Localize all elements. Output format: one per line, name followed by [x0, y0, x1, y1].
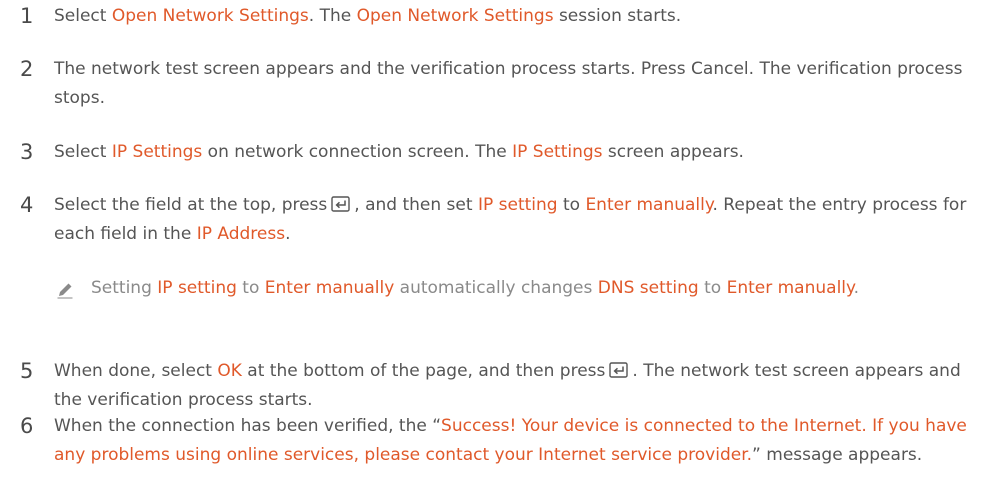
ui-term: Open Network Settings [111, 6, 309, 26]
enter-key-icon [609, 362, 629, 378]
ui-term: Enter manually [585, 195, 713, 215]
ui-term: IP Address [196, 224, 286, 244]
instruction-document: 1 Select Open Network Settings. The Open… [0, 0, 1004, 502]
step-number: 2 [20, 57, 34, 81]
step-text: Select IP Settings on network connection… [54, 142, 744, 162]
ui-term: IP Settings [512, 142, 603, 162]
enter-key-icon [331, 196, 350, 212]
step-text: When the connection has been verified, t… [54, 416, 973, 465]
note-text: Setting IP setting to Enter manually aut… [91, 278, 860, 298]
step-number: 3 [20, 140, 34, 164]
ui-term: IP setting [477, 195, 558, 215]
pencil-note-icon [57, 283, 73, 299]
ui-term: IP setting [157, 278, 237, 298]
step-number: 6 [20, 414, 34, 438]
step-number: 5 [20, 359, 34, 383]
step-number: 1 [20, 4, 34, 28]
step-text: When done, select OK at the bottom of th… [54, 361, 967, 410]
ui-term: Enter manually [726, 278, 854, 298]
step-number: 4 [20, 193, 34, 217]
ui-term: Enter manually [264, 278, 395, 298]
step-text: Select Open Network Settings. The Open N… [54, 6, 682, 26]
ui-term: Open Network Settings [356, 6, 554, 26]
ui-term: DNS setting [597, 278, 699, 298]
step-text: The network test screen appears and the … [54, 59, 968, 108]
ui-term: IP Settings [111, 142, 203, 162]
step-text: Select the field at the top, press, and … [54, 195, 972, 244]
ui-term: OK [217, 361, 242, 381]
